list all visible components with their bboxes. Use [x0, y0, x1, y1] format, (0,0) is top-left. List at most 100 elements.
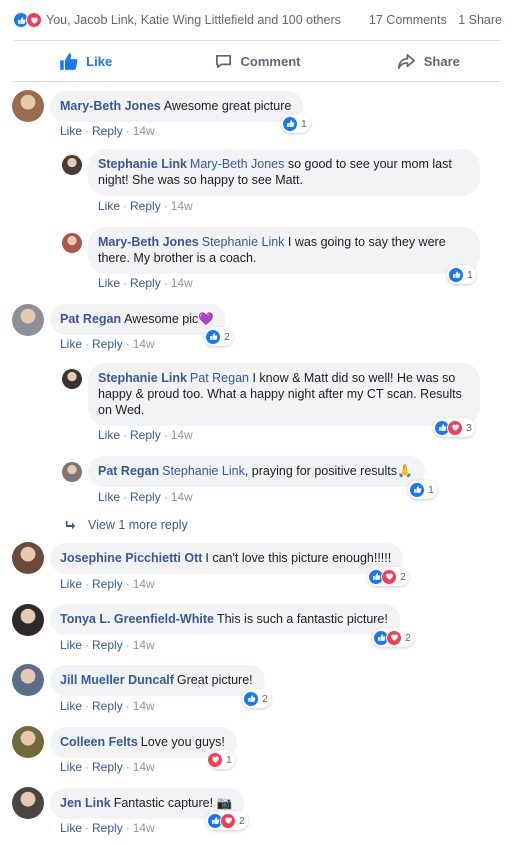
comment-author[interactable]: Stephanie Link	[98, 157, 187, 171]
thumbs-up-icon	[60, 52, 78, 70]
comment-text: This is such a fantastic picture!	[216, 612, 388, 626]
comment-reply-link[interactable]: Reply	[92, 337, 123, 351]
comment-author[interactable]: Stephanie Link	[98, 371, 187, 385]
comment-icon	[215, 54, 231, 68]
comment-reply-link[interactable]: Reply	[130, 490, 161, 504]
mention-link[interactable]: Stephanie Link	[162, 464, 245, 478]
comment-bubble: Mary-Beth Jones Stephanie Link I was goin…	[88, 227, 480, 274]
avatar[interactable]	[62, 462, 82, 482]
comment-reply-link[interactable]: Reply	[130, 276, 161, 290]
comment-reply-link[interactable]: Reply	[92, 821, 123, 835]
comment-author[interactable]: Jill Mueller Duncalf	[60, 673, 174, 687]
comment-meta: Like · Reply · 14w	[98, 276, 193, 290]
love-reaction-icon	[220, 812, 236, 829]
separator: ·	[123, 199, 128, 213]
comment-like-link[interactable]: Like	[60, 577, 82, 591]
comment-like-link[interactable]: Like	[60, 638, 82, 652]
comment-timestamp[interactable]: 14w	[171, 199, 193, 213]
comment-reactions[interactable]: 1	[207, 750, 235, 769]
comment-timestamp[interactable]: 14w	[171, 276, 193, 290]
mention-link[interactable]: Pat Regan	[190, 371, 249, 385]
view-more-replies-link[interactable]: View 1 more reply	[64, 518, 188, 532]
comment-timestamp[interactable]: 14w	[133, 821, 155, 835]
avatar[interactable]	[12, 542, 44, 574]
comment-reply-link[interactable]: Reply	[130, 199, 161, 213]
divider	[13, 40, 501, 41]
comment-timestamp[interactable]: 14w	[171, 490, 193, 504]
avatar[interactable]	[62, 155, 82, 175]
comment-like-link[interactable]: Like	[60, 699, 82, 713]
avatar[interactable]	[12, 604, 44, 636]
view-more-replies-label: View 1 more reply	[88, 518, 188, 532]
comment-author[interactable]: Jen Link	[60, 796, 111, 810]
comment-reactions[interactable]: 1	[408, 480, 437, 499]
share-button[interactable]: Share	[343, 52, 514, 71]
like-reaction-icon	[243, 690, 259, 707]
comment-reply-link[interactable]: Reply	[92, 124, 123, 138]
love-reaction-icon	[207, 751, 223, 768]
comment-button[interactable]: Comment	[171, 52, 342, 71]
mention-link[interactable]: Mary-Beth Jones	[190, 157, 284, 171]
comment-reactions[interactable]: 1	[447, 265, 476, 284]
comment-timestamp[interactable]: 14w	[133, 760, 155, 774]
comment-author[interactable]: Pat Regan	[60, 312, 121, 326]
reaction-count: 1	[226, 753, 232, 766]
comment-like-link[interactable]: Like	[98, 199, 120, 213]
shares-count[interactable]: 1 Share	[458, 13, 502, 27]
reactors-names[interactable]: You, Jacob Link, Katie Wing Littlefield …	[46, 13, 341, 27]
reply-arrow-icon	[66, 521, 75, 530]
comment-author[interactable]: Josephine Picchietti Ott	[60, 551, 202, 565]
separator: ·	[125, 124, 130, 138]
comment-timestamp[interactable]: 14w	[133, 124, 155, 138]
comment-reactions[interactable]: 2	[204, 327, 233, 346]
comment-reply-link[interactable]: Reply	[92, 638, 123, 652]
comment-button-label: Comment	[240, 53, 301, 69]
avatar[interactable]	[12, 90, 44, 122]
comments-count[interactable]: 17 Comments	[369, 13, 447, 27]
comment-timestamp[interactable]: 14w	[133, 577, 155, 591]
avatar[interactable]	[12, 304, 44, 336]
avatar[interactable]	[62, 233, 82, 253]
mention-link[interactable]: Stephanie Link	[202, 235, 285, 249]
comment-author[interactable]: Colleen Felts	[60, 735, 138, 749]
comment-reactions[interactable]: 2	[242, 689, 271, 708]
comment-reactions[interactable]: 2	[367, 567, 409, 586]
comment-author[interactable]: Tonya L. Greenfield-White	[60, 612, 214, 626]
comment-reply-link[interactable]: Reply	[92, 699, 123, 713]
comment-reactions[interactable]: 3	[433, 418, 475, 437]
comment-reactions[interactable]: 2	[372, 628, 414, 647]
comment-reply-link[interactable]: Reply	[130, 428, 161, 442]
comment-timestamp[interactable]: 14w	[133, 699, 155, 713]
comment-timestamp[interactable]: 14w	[133, 638, 155, 652]
comment-timestamp[interactable]: 14w	[171, 428, 193, 442]
comment-reactions[interactable]: 1	[281, 114, 310, 133]
comment-like-link[interactable]: Like	[60, 760, 82, 774]
comment-meta: Like · Reply · 14w	[98, 428, 193, 442]
comment-like-link[interactable]: Like	[60, 124, 82, 138]
comment-reactions[interactable]: 2	[206, 811, 248, 830]
avatar[interactable]	[12, 664, 44, 696]
comment-author[interactable]: Mary-Beth Jones	[98, 235, 199, 249]
avatar[interactable]	[12, 726, 44, 758]
comment-meta: Like · Reply · 14w	[60, 821, 155, 835]
comment-timestamp[interactable]: 14w	[133, 337, 155, 351]
comment-like-link[interactable]: Like	[98, 428, 120, 442]
comment-like-link[interactable]: Like	[60, 821, 82, 835]
comment-meta: Like · Reply · 14w	[60, 124, 155, 138]
avatar[interactable]	[12, 787, 44, 819]
reaction-icons[interactable]	[13, 12, 42, 28]
like-button-label: Like	[86, 53, 113, 69]
comment-like-link[interactable]: Like	[60, 337, 82, 351]
reaction-count: 2	[224, 330, 230, 343]
comment-like-link[interactable]: Like	[98, 276, 120, 290]
comment-reply-link[interactable]: Reply	[92, 577, 123, 591]
reaction-count: 3	[466, 421, 472, 434]
separator: ·	[123, 490, 128, 504]
comment-like-link[interactable]: Like	[98, 490, 120, 504]
comment-reply-link[interactable]: Reply	[92, 760, 123, 774]
like-button[interactable]: Like	[0, 52, 171, 71]
comment-author[interactable]: Mary-Beth Jones	[60, 99, 161, 113]
comment-author[interactable]: Pat Regan	[98, 464, 159, 478]
avatar[interactable]	[62, 369, 82, 389]
separator: ·	[163, 276, 168, 290]
